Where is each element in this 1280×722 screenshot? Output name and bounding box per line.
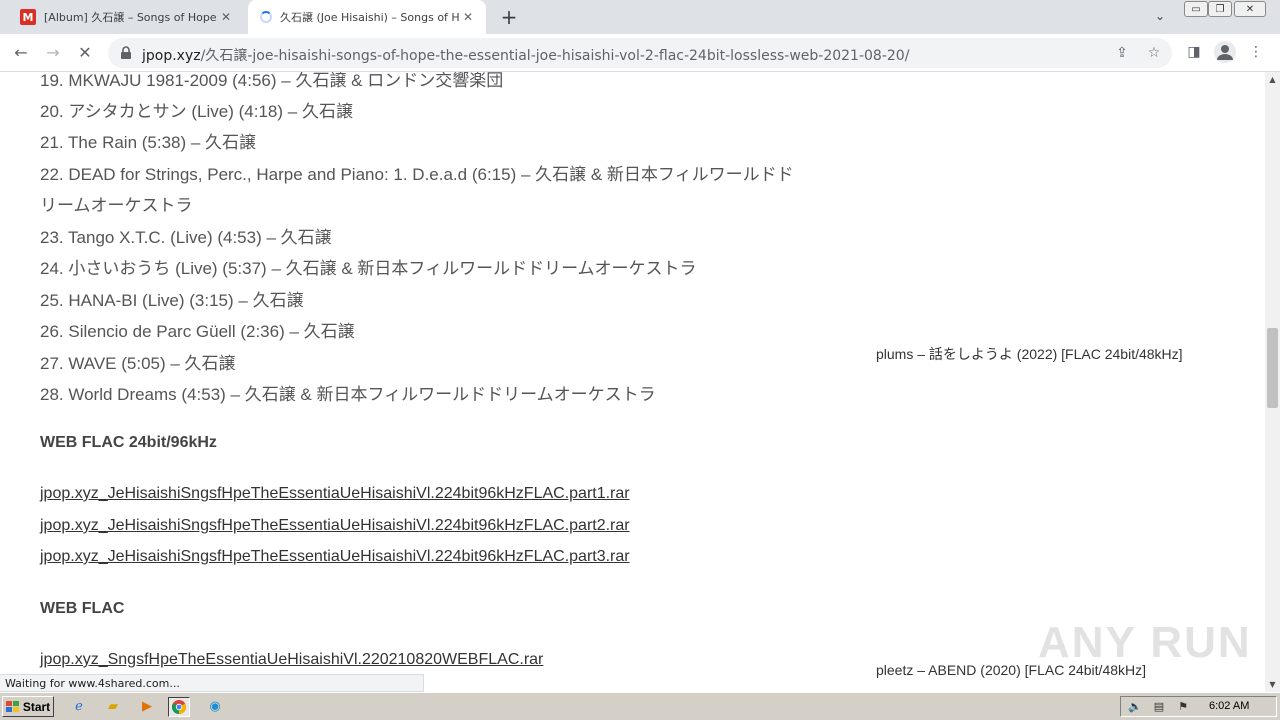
internet-explorer-icon[interactable]: ℯ: [68, 697, 90, 717]
lock-icon: [121, 46, 131, 59]
chrome-logo-icon: [171, 700, 187, 715]
media-player-icon[interactable]: ▶: [136, 697, 158, 717]
flag-icon[interactable]: ⚑: [1175, 699, 1191, 715]
start-button[interactable]: Start: [2, 696, 54, 717]
profile-avatar-icon[interactable]: [1214, 41, 1236, 63]
track-item: 26. Silencio de Parc Güell (2:36) – 久石譲: [40, 322, 355, 341]
loading-spinner-icon: [260, 11, 272, 23]
menu-kebab-icon[interactable]: ⋮: [1246, 42, 1266, 62]
tab-strip: M [Album] 久石譲 – Songs of Hope: Th ✕ 久石譲 …: [0, 0, 1280, 34]
track-item: 24. 小さいおうち (Live) (5:37) – 久石譲 & 新日本フィルワ…: [40, 259, 697, 278]
stop-loading-icon[interactable]: ✕: [74, 42, 96, 64]
start-label: Start: [22, 699, 51, 714]
page-content: 19. MKWAJU 1981-2009 (4:56) – 久石譲 & ロンドン…: [0, 72, 1265, 692]
track-item: 20. アシタカとサン (Live) (4:18) – 久石譲: [40, 102, 353, 121]
track-item: 22. DEAD for Strings, Perc., Harpe and P…: [40, 165, 794, 184]
network-icon[interactable]: ▤: [1151, 699, 1167, 715]
section-title-flac-24bit: WEB FLAC 24bit/96kHz: [40, 434, 217, 451]
anyrun-watermark: ANY RUN: [1038, 618, 1252, 667]
vertical-scrollbar[interactable]: ▲ ▼: [1265, 72, 1280, 692]
system-tray: 🔈 ▤ ⚑ 6:02 AM: [1120, 696, 1277, 717]
forward-arrow-icon[interactable]: →: [42, 42, 64, 64]
side-panel-icon[interactable]: ◨: [1184, 42, 1204, 62]
edge-icon[interactable]: ◉: [204, 697, 226, 717]
chrome-icon[interactable]: [168, 697, 190, 717]
download-link[interactable]: jpop.xyz_JeHisaishiSngsfHpeTheEssentiaUe…: [40, 548, 630, 566]
close-tab-icon[interactable]: ✕: [218, 10, 234, 24]
volume-icon[interactable]: 🔈: [1127, 699, 1143, 715]
restore-window-button[interactable]: ❐: [1208, 1, 1232, 17]
track-item: 23. Tango X.T.C. (Live) (4:53) – 久石譲: [40, 228, 332, 247]
download-link[interactable]: jpop.xyz_JeHisaishiSngsfHpeTheEssentiaUe…: [40, 517, 630, 535]
section-title-flac: WEB FLAC: [40, 600, 125, 617]
minimize-window-button[interactable]: ▭: [1184, 1, 1208, 17]
share-icon[interactable]: ⇪: [1114, 45, 1130, 61]
windows-logo-icon: [5, 700, 19, 712]
track-item: 21. The Rain (5:38) – 久石譲: [40, 133, 257, 152]
url-text: jpop.xyz/久石譲-joe-hisaishi-songs-of-hope-…: [142, 45, 909, 65]
track-item: 25. HANA-BI (Live) (3:15) – 久石譲: [40, 291, 304, 310]
clock: 6:02 AM: [1209, 700, 1250, 712]
scrollbar-thumb[interactable]: [1267, 328, 1278, 408]
scroll-up-arrow-icon[interactable]: ▲: [1265, 72, 1280, 87]
tab-album-page[interactable]: M [Album] 久石譲 – Songs of Hope: Th ✕: [8, 0, 244, 34]
url-host: jpop.xyz: [142, 48, 201, 64]
back-arrow-icon[interactable]: ←: [10, 42, 32, 64]
scroll-down-arrow-icon[interactable]: ▼: [1265, 677, 1280, 692]
windows-taskbar: Start ℯ ▰ ▶ ◉ 🔈 ▤ ⚑ 6:02 AM: [0, 692, 1280, 720]
download-link[interactable]: jpop.xyz_SngsfHpeTheEssentiaUeHisaishiVl…: [40, 651, 543, 669]
tab-title: 久石譲 (Joe Hisaishi) – Songs of Hop: [280, 11, 460, 24]
browser-toolbar: ← → ✕ jpop.xyz/久石譲-joe-hisaishi-songs-of…: [0, 34, 1280, 72]
track-item: 27. WAVE (5:05) – 久石譲: [40, 354, 236, 373]
bookmark-star-icon[interactable]: ☆: [1146, 45, 1162, 61]
track-item: 28. World Dreams (4:53) – 久石譲 & 新日本フィルワー…: [40, 385, 656, 404]
person-icon: [1217, 45, 1233, 60]
status-bubble: Waiting for www.4shared.com...: [0, 674, 424, 692]
track-item: 19. MKWAJU 1981-2009 (4:56) – 久石譲 & ロンドン…: [40, 72, 504, 90]
track-item-continued: リームオーケストラ: [40, 196, 193, 215]
tab-search-chevron-icon[interactable]: ⌄: [1152, 9, 1168, 25]
url-path: /久石譲-joe-hisaishi-songs-of-hope-the-esse…: [200, 48, 910, 64]
close-tab-icon[interactable]: ✕: [460, 10, 476, 24]
tab-current-page[interactable]: 久石譲 (Joe Hisaishi) – Songs of Hop ✕: [248, 0, 486, 34]
new-tab-button[interactable]: +: [498, 6, 520, 28]
m-favicon-icon: M: [20, 9, 36, 25]
download-link[interactable]: jpop.xyz_JeHisaishiSngsfHpeTheEssentiaUe…: [40, 485, 630, 503]
sidebar-post-link[interactable]: plums – 話をしようよ (2022) [FLAC 24bit/48kHz]: [876, 344, 1183, 364]
folder-icon[interactable]: ▰: [102, 697, 124, 717]
tab-title: [Album] 久石譲 – Songs of Hope: Th: [44, 11, 218, 24]
address-bar[interactable]: jpop.xyz/久石譲-joe-hisaishi-songs-of-hope-…: [108, 38, 1172, 68]
close-window-button[interactable]: ✕: [1234, 1, 1266, 17]
